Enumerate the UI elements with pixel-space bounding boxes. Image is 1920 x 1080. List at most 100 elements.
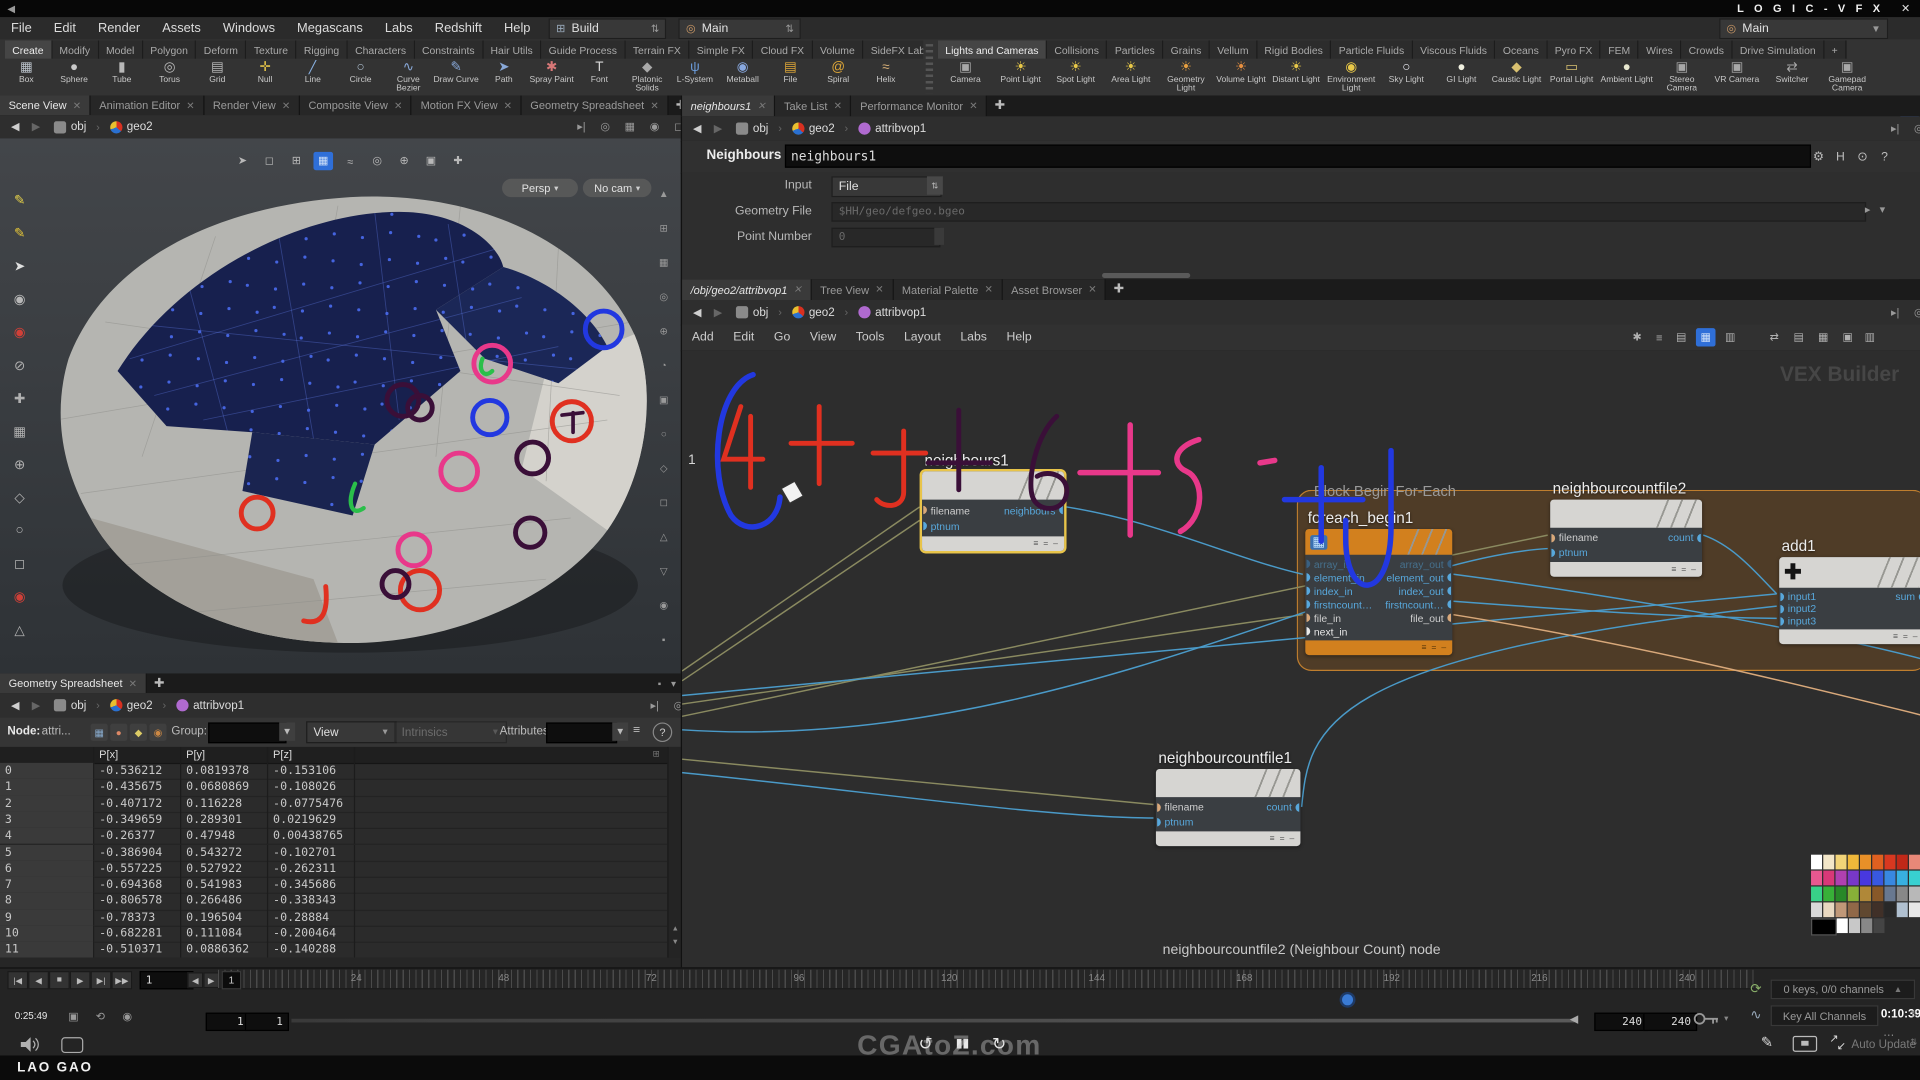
group-icon[interactable]: ◉ [645,120,664,133]
shelf-tab-collisions[interactable]: Collisions [1047,40,1107,58]
close-tab-icon[interactable]: ✕ [282,100,290,111]
menu-redshift[interactable]: Redshift [424,21,493,36]
box-tool-icon[interactable]: ◻ [7,551,31,575]
tab-material-palette[interactable]: Material Palette✕ [893,279,1002,300]
palette-swatch[interactable] [1897,871,1908,886]
nwmenu-tools[interactable]: Tools [846,331,894,344]
tool-switcher[interactable]: ⇄Switcher [1764,60,1819,96]
palette-swatch[interactable] [1909,855,1920,870]
port-out-neighbours[interactable] [1059,506,1063,515]
viewport-right-icon-11[interactable]: ▽ [654,561,674,581]
viewport-right-icon-10[interactable]: △ [654,527,674,547]
help-icon[interactable]: ? [1876,147,1893,167]
chat-icon[interactable] [61,1037,83,1053]
node-add1[interactable]: ✚input1suminput2input3≡=– [1779,557,1920,644]
viewport-right-icon-8[interactable]: ◇ [654,458,674,478]
palette-swatch[interactable] [1848,902,1859,917]
breadcrumb-geo2[interactable]: geo2 [787,122,840,135]
palette-swatch[interactable] [1909,902,1920,917]
tool-line[interactable]: ╱Line [289,60,337,96]
input-dropdown[interactable]: File [831,176,941,197]
shelf-tab-sidefx-labs[interactable]: SideFX Labs [863,40,923,58]
frame-ruler[interactable] [218,970,1754,990]
close-tab-icon[interactable]: ✕ [875,284,883,295]
tab-composite-view[interactable]: Composite View✕ [300,96,412,116]
port-in-filename[interactable] [1157,803,1161,812]
attributes-input[interactable] [546,722,617,743]
transport-3[interactable]: ▶ [70,971,91,989]
no-select-icon[interactable]: ⊘ [7,353,31,377]
follow-icon[interactable]: ◎ [1909,306,1920,319]
tools-icon[interactable]: ✱ [1627,328,1647,346]
menu-windows[interactable]: Windows [212,21,286,36]
tool-stereo-camera[interactable]: ▣Stereo Camera [1654,60,1709,96]
node-badge-icon[interactable]: ≡ [1033,539,1038,548]
node-badge-icon[interactable]: = [1903,632,1908,641]
shelf-tab-+[interactable]: + [1824,40,1846,58]
menu-megascans[interactable]: Megascans [286,21,374,36]
playhead-frame-marker[interactable]: 1 [222,971,242,989]
breadcrumb-obj[interactable]: obj [731,306,773,319]
shrink-icon2[interactable]: ↙ [1837,1040,1846,1053]
tab-animation-editor[interactable]: Animation Editor✕ [91,96,205,116]
viewport-right-icon-2[interactable]: ▦ [654,252,674,272]
node-badge-icon[interactable]: = [1681,565,1686,574]
palette-swatch[interactable] [1872,871,1883,886]
port-out-array_out[interactable] [1447,560,1451,569]
nwmenu-view[interactable]: View [800,331,846,344]
table-row[interactable]: 4-0.263770.479480.00438765 [0,828,667,846]
take-selector-right[interactable]: ◎Main▼ [1719,18,1888,39]
key-all-channels-button[interactable]: Key All Channels [1771,1005,1879,1026]
viewport-right-icon-4[interactable]: ⊕ [654,321,674,341]
node-badge-icon[interactable]: – [1441,643,1446,652]
close-tab-icon[interactable]: ✕ [504,100,512,111]
tree-icon[interactable]: ≡ [1649,328,1669,346]
tool-draw-curve[interactable]: ✎Draw Curve [432,60,480,96]
value-ladder-handle[interactable] [934,228,944,245]
pin-icon[interactable]: ▸| [646,699,664,712]
pencil-tool-icon[interactable]: ✎ [7,220,31,244]
shelf-tab-characters[interactable]: Characters [348,40,415,58]
dot-red-icon[interactable]: ◉ [7,584,31,608]
help-icon[interactable]: ? [653,722,673,742]
palette-swatch[interactable] [1873,918,1884,933]
tool-null[interactable]: ✛Null [241,60,289,96]
shelf-tab-hair-utils[interactable]: Hair Utils [483,40,541,58]
tool-spiral[interactable]: @Spiral [814,60,862,96]
orbit-icon[interactable]: ◎ [367,152,387,170]
close-icon[interactable]: ✕ [1884,2,1920,15]
shelf-splitter[interactable] [926,44,933,93]
shelf-tab-pyro-fx[interactable]: Pyro FX [1547,40,1601,58]
current-frame-field[interactable]: 1 [140,971,194,989]
tab-tree-view[interactable]: Tree View✕ [812,279,894,300]
palette-swatch[interactable] [1897,887,1908,902]
tool-vr-camera[interactable]: ▣VR Camera [1709,60,1764,96]
breadcrumb-geo2[interactable]: geo2 [787,306,840,319]
port-in-filename[interactable] [1551,533,1555,542]
columns-icon[interactable]: ▥ [1720,328,1740,346]
close-tab-icon[interactable]: ✕ [794,284,802,295]
nav-forward-icon[interactable]: ▶ [28,699,44,712]
palette-swatch[interactable] [1811,902,1822,917]
close-tab-icon[interactable]: ✕ [757,100,765,111]
expand-icon[interactable]: ▲ [1894,985,1902,994]
viewport-right-icon-3[interactable]: ◎ [654,287,674,307]
shelf-tab-cloud-fx[interactable]: Cloud FX [753,40,812,58]
menu-help[interactable]: Help [493,21,542,36]
table-row[interactable]: 5-0.3869040.543272-0.102701 [0,844,667,862]
tool-curve-bezier[interactable]: ∿Curve Bezier [384,60,432,96]
tool-tube[interactable]: ▮Tube [98,60,146,96]
grid-tool-icon[interactable]: ▦ [7,419,31,443]
swap-icon[interactable]: ⇄ [1764,328,1784,346]
node-name-field[interactable]: neighbours1 [785,144,1811,167]
table-row[interactable]: 7-0.6943680.541983-0.345686 [0,877,667,895]
cook-icon[interactable]: ⟳ [1746,978,1766,998]
param-field-1[interactable]: $HH/geo/defgeo.bgeo [831,202,1866,222]
split-icon[interactable]: ▥ [1860,328,1880,346]
transport-2[interactable]: ■ [49,971,70,989]
shelf-tab-fem[interactable]: FEM [1601,40,1639,58]
shelf-tab-particle-fluids[interactable]: Particle Fluids [1331,40,1412,58]
tab-asset-browser[interactable]: Asset Browser✕ [1003,279,1107,300]
node-badge-icon[interactable]: ≡ [1671,565,1676,574]
table-row[interactable]: 10-0.6822810.111084-0.200464 [0,926,667,944]
